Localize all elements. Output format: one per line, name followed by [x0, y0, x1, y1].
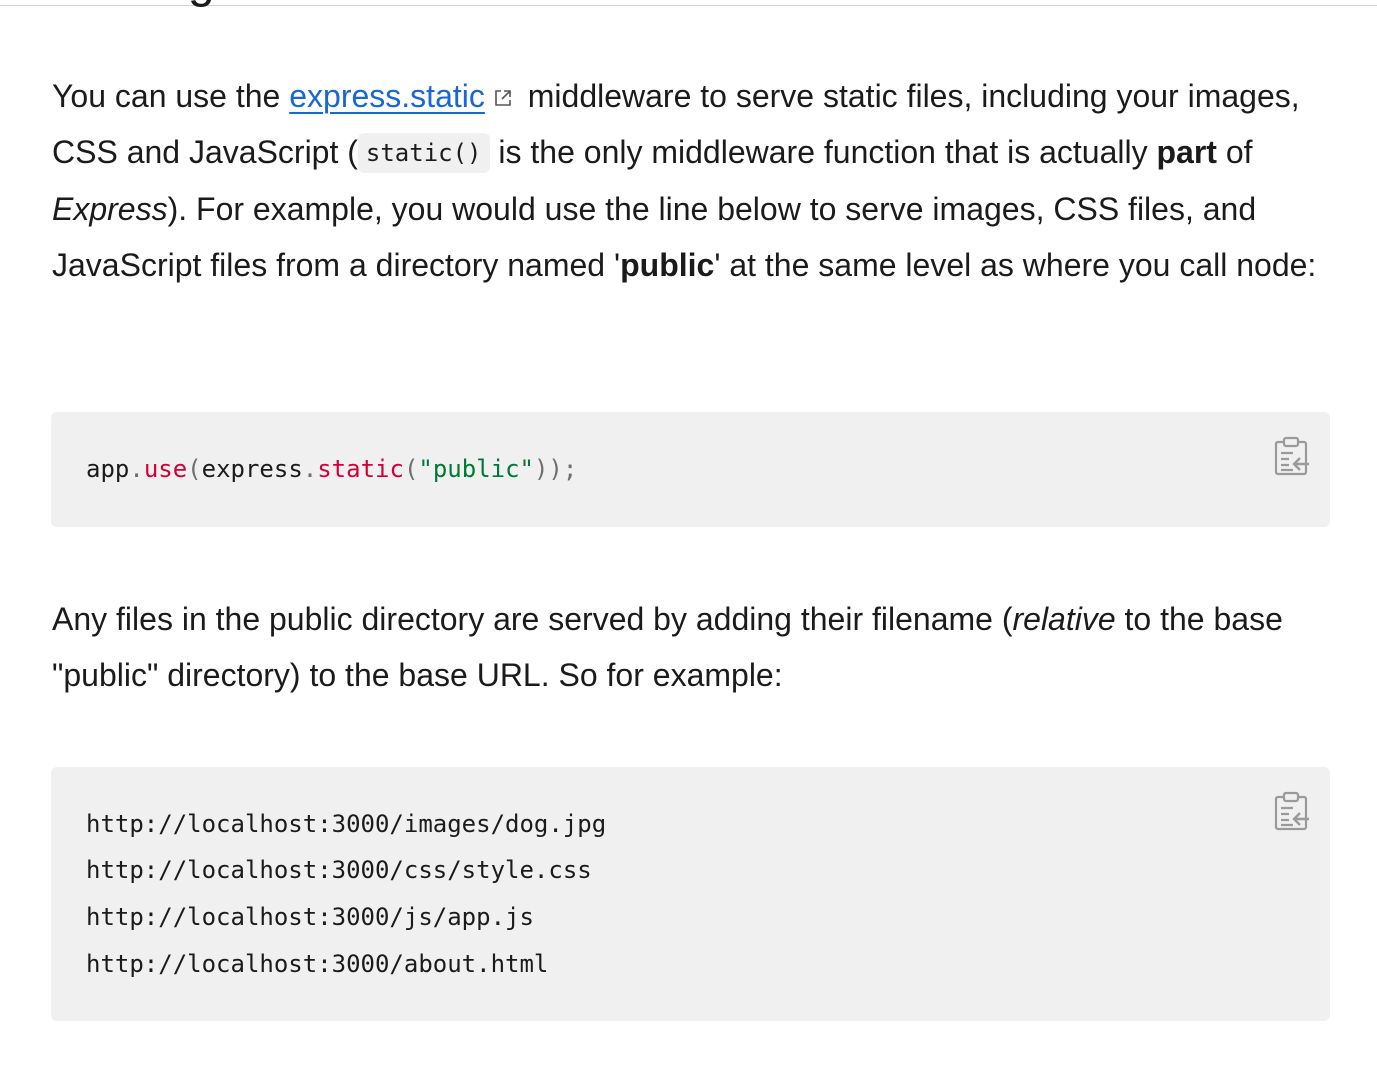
clipboard-copy-icon[interactable]: [1273, 436, 1311, 476]
code-block: http://localhost:3000/images/dog.jpg htt…: [51, 767, 1330, 1021]
code-line: http://localhost:3000/images/dog.jpg: [86, 810, 607, 838]
text: is the only middleware function that is …: [489, 134, 1157, 170]
code-line: http://localhost:3000/about.html: [86, 950, 549, 978]
code-token: use: [143, 455, 188, 483]
code-token: static: [317, 455, 404, 483]
text: ' at the same level as where you call no…: [714, 247, 1317, 283]
code-token: express: [201, 455, 303, 483]
inline-code: static(): [357, 133, 490, 173]
code-line: app.use(express.static("public"));: [86, 454, 577, 484]
code-token: (: [403, 455, 419, 483]
code-token: .: [302, 455, 318, 483]
code-token: (: [187, 455, 202, 483]
code-line: http://localhost:3000/css/style.css: [86, 856, 592, 884]
code-token: "public": [418, 455, 534, 483]
code-line: http://localhost:3000/js/app.js: [86, 903, 534, 931]
external-link-icon: [495, 90, 511, 106]
bold-text: part: [1156, 134, 1217, 170]
clipboard-copy-icon[interactable]: [1273, 791, 1311, 831]
text: of: [1216, 134, 1253, 170]
text: Any files in the public directory are se…: [52, 601, 1013, 637]
code-token: .: [129, 455, 144, 483]
italic-text: relative: [1012, 601, 1116, 637]
bold-text: public: [620, 247, 715, 283]
code-token: app: [86, 455, 130, 483]
text: You can use the: [52, 78, 290, 114]
intro-paragraph: You can use the express.static middlewar…: [52, 68, 1322, 293]
section-heading: Serving static files: [52, 0, 439, 12]
body-paragraph: Any files in the public directory are se…: [52, 591, 1322, 703]
express-static-link[interactable]: express.static: [289, 78, 485, 114]
italic-text: Express: [52, 191, 168, 227]
code-block: app.use(express.static("public"));: [51, 412, 1330, 527]
code-token: ));: [533, 455, 578, 483]
